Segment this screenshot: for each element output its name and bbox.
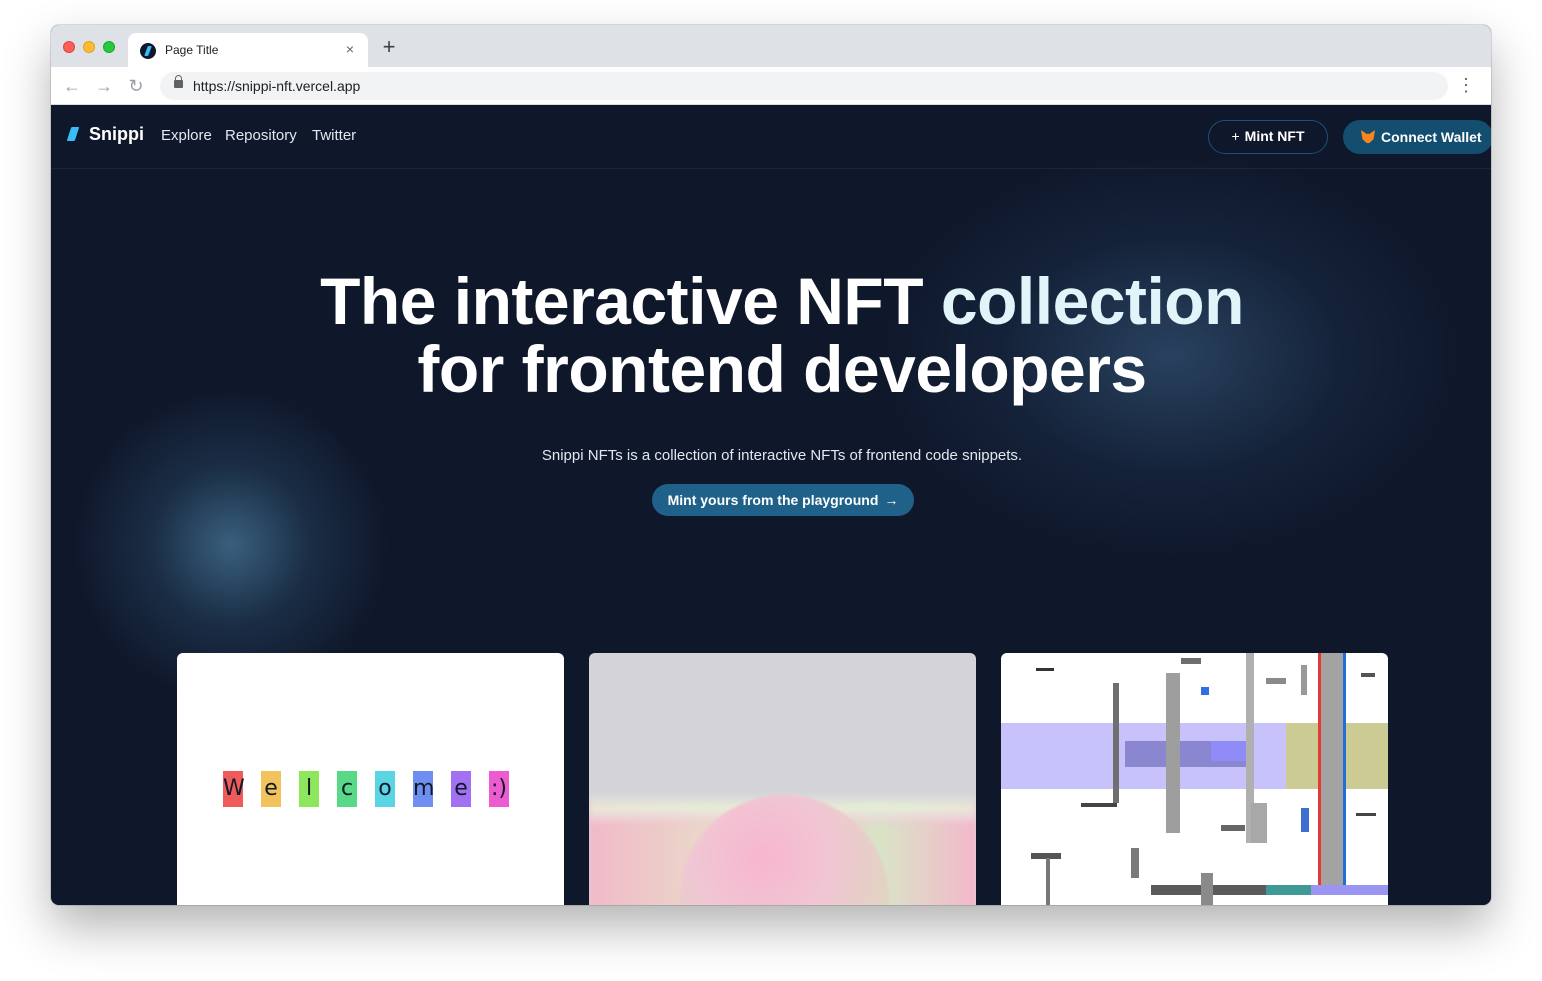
new-tab-button[interactable]: + xyxy=(379,36,399,58)
welcome-letter: m xyxy=(413,771,434,807)
glitch-bar xyxy=(1343,653,1346,893)
page-content: Snippi Explore Repository Twitter + Mint … xyxy=(51,105,1491,905)
glitch-block xyxy=(1266,678,1286,684)
browser-tab[interactable]: Page Title × xyxy=(128,33,368,67)
glitch-block xyxy=(1356,813,1376,816)
glitch-strip xyxy=(1266,885,1311,895)
minimize-window-button[interactable] xyxy=(83,41,95,53)
glitch-block xyxy=(1211,741,1251,761)
welcome-letter: o xyxy=(375,771,395,807)
welcome-letter: e xyxy=(451,771,471,807)
favicon-icon xyxy=(140,43,156,59)
address-bar[interactable]: https://snippi-nft.vercel.app xyxy=(160,72,1448,100)
playground-cta-button[interactable]: Mint yours from the playground → xyxy=(652,484,914,516)
glitch-bar xyxy=(1201,873,1213,905)
welcome-letter: e xyxy=(261,771,281,807)
glitch-block xyxy=(1201,687,1209,695)
welcome-letter: :) xyxy=(489,771,509,807)
glitch-bar xyxy=(1166,673,1180,833)
browser-window: Page Title × + ← → ↻ https://snippi-nft.… xyxy=(51,25,1491,905)
glitch-bar xyxy=(1046,858,1050,905)
glitch-strip xyxy=(1311,885,1388,895)
nav-link-twitter[interactable]: Twitter xyxy=(312,127,356,144)
hero-title-line2: for frontend developers xyxy=(417,332,1147,406)
glitch-block xyxy=(1181,658,1201,664)
reload-icon[interactable]: ↻ xyxy=(126,76,146,96)
snippi-logo-icon[interactable] xyxy=(66,127,80,141)
mint-nft-label: Mint NFT xyxy=(1244,128,1305,144)
glitch-block xyxy=(1301,665,1307,695)
welcome-letter: l xyxy=(299,771,319,807)
url-text[interactable]: https://snippi-nft.vercel.app xyxy=(193,78,360,94)
metamask-fox-icon xyxy=(1361,130,1375,143)
nav-link-explore[interactable]: Explore xyxy=(161,127,212,144)
nft-card-welcome[interactable]: We l c o m e:) xyxy=(177,653,564,905)
hero-title: The interactive NFT collection for front… xyxy=(51,267,1491,403)
nav-link-repository[interactable]: Repository xyxy=(225,127,297,144)
glitch-bar xyxy=(1113,683,1119,803)
glitch-block xyxy=(1251,803,1267,843)
close-window-button[interactable] xyxy=(63,41,75,53)
nft-card-sphere[interactable] xyxy=(589,653,976,905)
mint-nft-button[interactable]: + Mint NFT xyxy=(1208,120,1328,154)
glitch-bar xyxy=(1318,653,1321,893)
browser-menu-icon[interactable]: ⋮ xyxy=(1457,75,1475,95)
lock-icon xyxy=(174,75,183,88)
nft-card-glitch[interactable] xyxy=(1001,653,1388,905)
hero-subtitle: Snippi NFTs is a collection of interacti… xyxy=(541,447,1023,464)
glitch-block xyxy=(1131,848,1139,878)
plus-icon: + xyxy=(1231,128,1240,144)
connect-wallet-button[interactable]: Connect Wallet xyxy=(1343,120,1491,154)
tab-strip: Page Title × + xyxy=(51,25,1491,67)
glitch-bar xyxy=(1321,653,1343,893)
tab-title: Page Title xyxy=(165,43,219,57)
glitch-block xyxy=(1036,668,1054,671)
hero-title-accent: collection xyxy=(940,264,1245,338)
glitch-block xyxy=(1221,825,1245,831)
forward-arrow-icon[interactable]: → xyxy=(94,76,114,96)
welcome-letter: c xyxy=(337,771,357,807)
hero-title-part1: The interactive NFT xyxy=(320,264,941,338)
brand-name[interactable]: Snippi xyxy=(89,124,144,145)
site-navbar: Snippi Explore Repository Twitter + Mint … xyxy=(51,105,1491,169)
close-tab-icon[interactable]: × xyxy=(342,41,358,57)
glitch-block xyxy=(1361,673,1375,677)
connect-wallet-label: Connect Wallet xyxy=(1381,129,1482,145)
back-arrow-icon[interactable]: ← xyxy=(62,76,82,96)
maximize-window-button[interactable] xyxy=(103,41,115,53)
arrow-right-icon: → xyxy=(884,492,899,508)
glitch-block xyxy=(1081,803,1117,807)
cta-label: Mint yours from the playground xyxy=(667,492,879,508)
browser-toolbar: ← → ↻ https://snippi-nft.vercel.app ⋮ xyxy=(51,67,1491,105)
welcome-letter: W xyxy=(223,771,245,807)
glitch-block xyxy=(1301,808,1309,832)
